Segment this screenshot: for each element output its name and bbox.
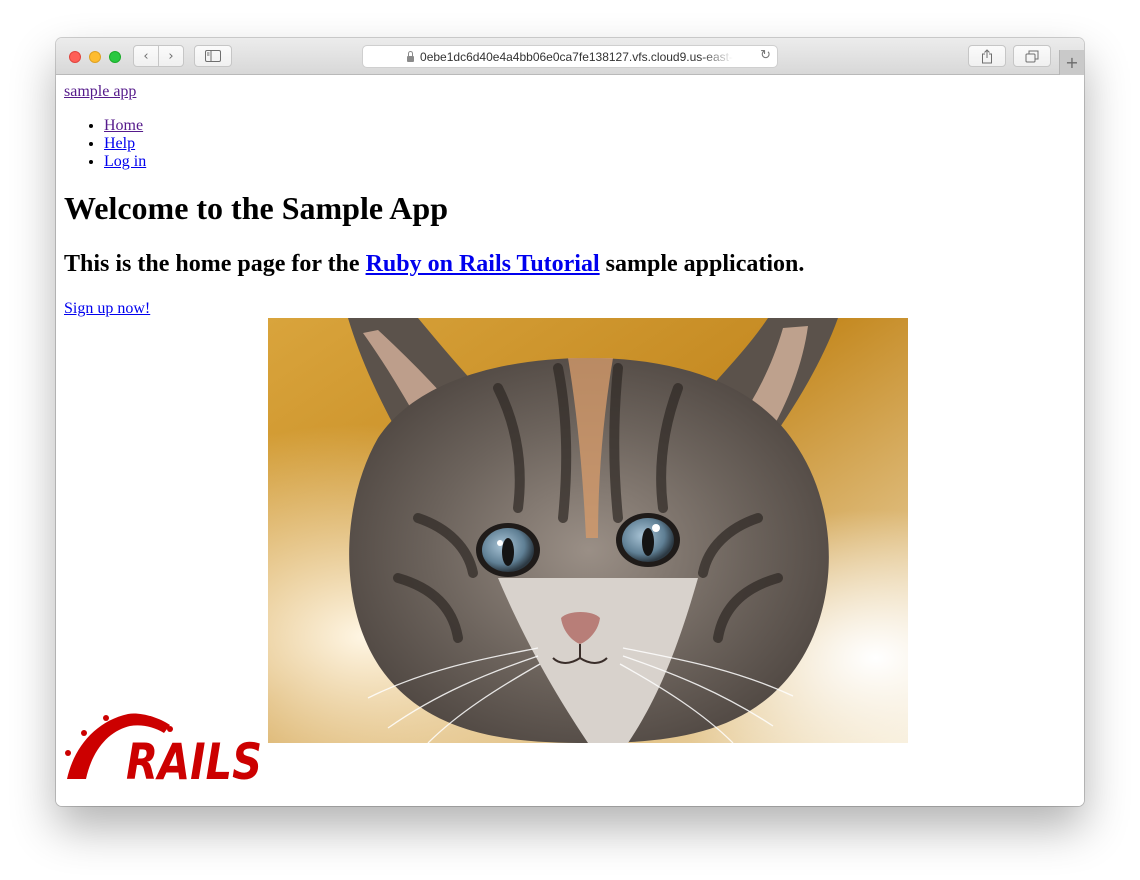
close-window-button[interactable] (69, 51, 81, 63)
page-content: sample app Home Help Log in Welcome to t… (56, 75, 1084, 806)
show-tabs-button[interactable] (1013, 45, 1051, 67)
page-title: Welcome to the Sample App (64, 190, 448, 226)
nav-item-home: Home (104, 117, 146, 135)
reload-icon[interactable]: ↻ (760, 48, 771, 63)
nav-link-help[interactable]: Help (104, 135, 135, 152)
maximize-window-button[interactable] (109, 51, 121, 63)
main-nav: Home Help Log in (64, 117, 146, 171)
nav-link-home[interactable]: Home (104, 117, 143, 134)
kitten-image (268, 318, 908, 743)
chevron-left-icon: ‹ (143, 48, 149, 64)
chevron-right-icon: › (168, 48, 174, 64)
page-subtitle: This is the home page for the Ruby on Ra… (64, 251, 804, 278)
sidebar-icon (205, 50, 221, 62)
forward-button[interactable]: › (158, 45, 184, 67)
back-button[interactable]: ‹ (133, 45, 159, 67)
nav-item-help: Help (104, 135, 146, 153)
url-text: 0ebe1dc6d40e4a4bb06e0ca7fe138127.vfs.clo… (420, 49, 733, 64)
share-icon (982, 48, 992, 63)
minimize-window-button[interactable] (89, 51, 101, 63)
browser-toolbar: ‹ › 0ebe1dc6d40e4a4bb06e0ca7fe138127.vfs… (56, 38, 1084, 75)
nav-link-login[interactable]: Log in (104, 153, 146, 170)
logo-link[interactable]: sample app (64, 83, 136, 101)
nav-item-login: Log in (104, 153, 146, 171)
share-button[interactable] (968, 45, 1006, 67)
subtitle-text-after: sample application. (599, 251, 805, 277)
plus-icon: + (1065, 53, 1079, 72)
subtitle-text-before: This is the home page for the (64, 251, 366, 277)
address-bar[interactable]: 0ebe1dc6d40e4a4bb06e0ca7fe138127.vfs.clo… (362, 45, 778, 68)
rails-tutorial-link[interactable]: Ruby on Rails Tutorial (366, 251, 600, 277)
sidebar-toggle-button[interactable] (194, 45, 232, 67)
rails-logo[interactable]: RAILS (64, 709, 264, 781)
lock-icon (407, 50, 415, 62)
browser-window: ‹ › 0ebe1dc6d40e4a4bb06e0ca7fe138127.vfs… (56, 38, 1084, 806)
signup-link[interactable]: Sign up now! (64, 300, 150, 318)
rails-logo-text: RAILS (126, 733, 262, 781)
new-tab-button[interactable]: + (1059, 50, 1084, 75)
tabs-icon (1025, 50, 1039, 62)
